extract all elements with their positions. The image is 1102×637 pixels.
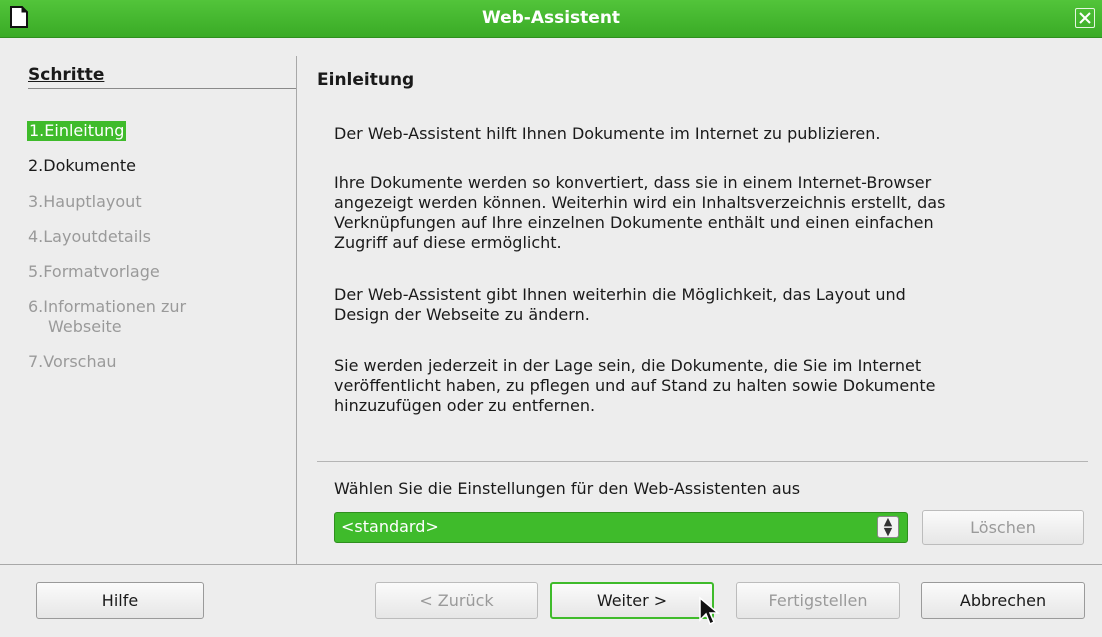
step-informationen[interactable]: 6.Informationen zur	[28, 297, 186, 317]
pane-divider	[296, 56, 297, 564]
spin-updown-icon[interactable]: ▲ ▼	[877, 516, 899, 538]
step-vorschau[interactable]: 7.Vorschau	[28, 352, 117, 372]
paragraph-line: Design der Webseite zu ändern.	[334, 305, 590, 324]
paragraph-line: Sie werden jederzeit in der Lage sein, d…	[334, 356, 922, 375]
intro-line-1: Der Web-Assistent hilft Ihnen Dokumente …	[334, 124, 881, 143]
back-button[interactable]: < Zurück	[375, 582, 538, 619]
settings-combobox[interactable]: <standard> ▲ ▼	[334, 512, 908, 543]
finish-button[interactable]: Fertigstellen	[736, 582, 900, 619]
cancel-button[interactable]: Abbrechen	[921, 582, 1085, 619]
step-layoutdetails[interactable]: 4.Layoutdetails	[28, 227, 151, 247]
page-title: Einleitung	[317, 70, 415, 90]
step-einleitung[interactable]: 1.Einleitung	[27, 121, 127, 141]
steps-heading: Schritte	[28, 65, 105, 85]
steps-underline	[28, 88, 296, 89]
settings-label: Wählen Sie die Einstellungen für den Web…	[334, 479, 801, 498]
delete-button[interactable]: Löschen	[922, 510, 1084, 545]
help-button[interactable]: Hilfe	[36, 582, 204, 619]
window-title: Web-Assistent	[481, 8, 621, 28]
settings-combobox-value: <standard>	[341, 517, 439, 536]
step-dokumente[interactable]: 2.Dokumente	[28, 156, 136, 176]
paragraph-line: Verknüpfungen auf Ihre einzelnen Dokumen…	[334, 213, 934, 232]
paragraph-line: hinzuzufügen oder zu entfernen.	[334, 396, 596, 415]
next-button[interactable]: Weiter >	[550, 582, 714, 619]
paragraph-line: veröffentlicht haben, zu pflegen und auf…	[334, 376, 936, 395]
paragraph-line: Ihre Dokumente werden so konvertiert, da…	[334, 173, 932, 192]
paragraph-line: Zugriff auf diese ermöglicht.	[334, 233, 562, 252]
step-formatvorlage[interactable]: 5.Formatvorlage	[28, 262, 160, 282]
mouse-pointer-icon	[699, 596, 720, 626]
step-hauptlayout[interactable]: 3.Hauptlayout	[28, 192, 142, 212]
footer-separator	[0, 564, 1102, 565]
close-icon	[1079, 12, 1091, 24]
title-bar: Web-Assistent	[0, 0, 1102, 38]
content-separator	[317, 461, 1088, 462]
close-button[interactable]	[1075, 8, 1095, 28]
step-informationen-cont[interactable]: Webseite	[48, 317, 122, 337]
paragraph-line: Der Web-Assistent gibt Ihnen weiterhin d…	[334, 285, 906, 304]
paragraph-line: angezeigt werden können. Weiterhin wird …	[334, 193, 946, 212]
